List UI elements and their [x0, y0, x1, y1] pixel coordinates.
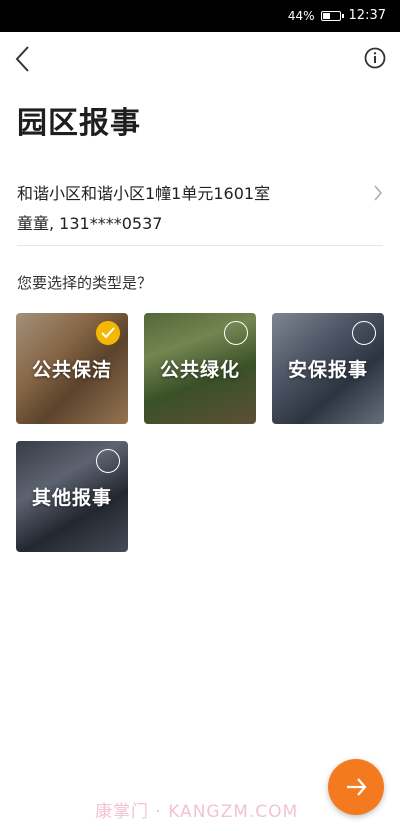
address-selector[interactable]: 和谐小区和谐小区1幢1单元1601室 童童, 131****0537: [17, 180, 383, 246]
watermark: 康掌门 · KANGZM.COM: [95, 802, 299, 822]
nav-bar: [0, 32, 400, 86]
contact-line: 童童, 131****0537: [17, 214, 163, 233]
info-button[interactable]: [364, 47, 386, 69]
battery-percent: 44%: [287, 8, 315, 23]
next-button[interactable]: [328, 759, 384, 815]
category-card-other[interactable]: 其他报事: [16, 441, 128, 552]
category-card-cleaning[interactable]: 公共保洁: [16, 313, 128, 424]
radio-circle-icon[interactable]: [224, 321, 248, 345]
arrow-next-icon: [347, 778, 367, 796]
status-time: 12:37: [348, 8, 386, 23]
address-line: 和谐小区和谐小区1幢1单元1601室: [17, 184, 271, 203]
info-circle-icon: [364, 47, 386, 69]
category-card-greening[interactable]: 公共绿化: [144, 313, 256, 424]
battery-level: [322, 12, 330, 19]
battery-icon: [320, 10, 344, 21]
category-label: 其他报事: [31, 487, 112, 509]
page-title: 园区报事: [17, 106, 141, 141]
selected-check-icon[interactable]: [96, 321, 120, 345]
category-label: 安保报事: [287, 359, 368, 381]
back-button[interactable]: [10, 44, 36, 74]
category-label: 公共绿化: [159, 359, 240, 381]
chevron-left-icon: [15, 46, 29, 72]
status-bar: 44% 12:37: [0, 0, 400, 32]
category-card-security[interactable]: 安保报事: [272, 313, 384, 424]
radio-circle-icon[interactable]: [352, 321, 376, 345]
category-label: 公共保洁: [31, 359, 112, 381]
chevron-right-icon: [374, 185, 382, 201]
type-question: 您要选择的类型是？: [17, 274, 153, 292]
radio-circle-icon[interactable]: [96, 449, 120, 473]
